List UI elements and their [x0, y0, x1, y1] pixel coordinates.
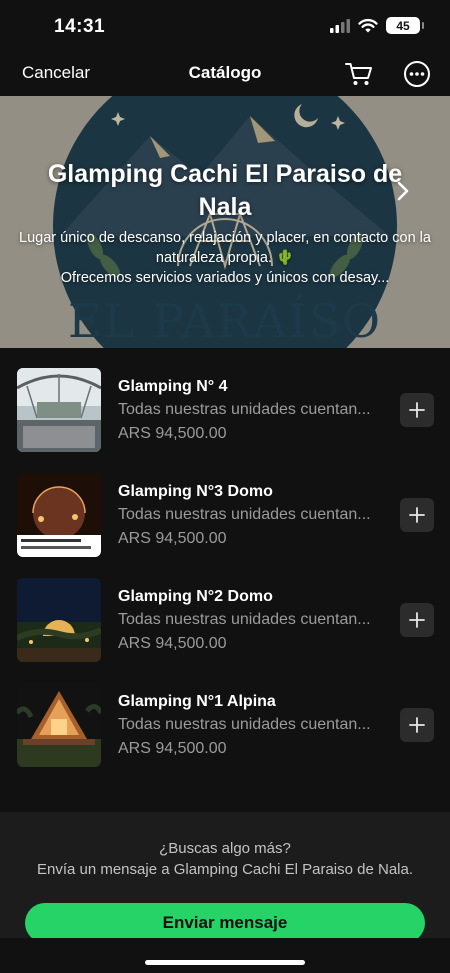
product-description: Todas nuestras unidades cuentan... — [118, 506, 371, 523]
status-icons: 45 — [330, 17, 424, 34]
more-options-icon[interactable] — [403, 60, 431, 88]
description-line-1: Lugar único de descanso, relajación y pl… — [19, 230, 431, 266]
battery-level: 45 — [396, 18, 410, 33]
list-item[interactable]: Glamping N° 4 Todas nuestras unidades cu… — [0, 348, 450, 453]
brand-logo-text: EL PARAÍSO — [68, 294, 382, 348]
business-description: Lugar único de descanso, relajación y pl… — [16, 228, 434, 288]
status-bar: 14:31 45 — [0, 0, 450, 52]
plus-icon — [409, 402, 425, 418]
signal-icon — [330, 18, 350, 33]
plus-icon — [409, 507, 425, 523]
plus-icon — [409, 717, 425, 733]
product-price: ARS 94,500.00 — [118, 635, 227, 652]
add-to-cart-button[interactable] — [400, 708, 434, 742]
product-list: Glamping N° 4 Todas nuestras unidades cu… — [0, 348, 450, 812]
add-to-cart-button[interactable] — [400, 603, 434, 637]
chevron-right-icon[interactable] — [396, 180, 410, 202]
list-item[interactable]: Glamping N°2 Domo Todas nuestras unidade… — [0, 558, 450, 663]
page-title: Catálogo — [188, 63, 262, 82]
battery-icon: 45 — [386, 17, 424, 34]
product-thumbnail — [17, 578, 101, 662]
contact-footer: ¿Buscas algo más? Envía un mensaje a Gla… — [0, 812, 450, 943]
product-name: Glamping N°1 Alpina — [118, 693, 276, 710]
product-name: Glamping N°2 Domo — [118, 588, 273, 605]
product-description: Todas nuestras unidades cuentan... — [118, 611, 371, 628]
footer-question: ¿Buscas algo más? — [159, 840, 291, 857]
nav-bar: Cancelar Catálogo — [0, 52, 450, 96]
list-item[interactable]: Glamping N°3 Domo Todas nuestras unidade… — [0, 453, 450, 558]
product-price: ARS 94,500.00 — [118, 530, 227, 547]
product-thumbnail — [17, 473, 101, 557]
catalog-header-banner[interactable]: EL PARAÍSO Glamping Cachi El Paraiso de … — [0, 96, 450, 348]
wifi-icon — [358, 18, 378, 33]
product-thumbnail — [17, 683, 101, 767]
product-description: Todas nuestras unidades cuentan... — [118, 716, 371, 733]
business-name: Glamping Cachi El Paraiso de Nala — [47, 160, 403, 221]
product-description: Todas nuestras unidades cuentan... — [118, 401, 371, 418]
home-area — [0, 938, 450, 973]
product-name: Glamping N° 4 — [118, 378, 228, 395]
cart-icon[interactable] — [344, 60, 374, 88]
product-thumbnail — [17, 368, 101, 452]
status-time: 14:31 — [54, 16, 106, 37]
add-to-cart-button[interactable] — [400, 393, 434, 427]
product-price: ARS 94,500.00 — [118, 740, 227, 757]
plus-icon — [409, 612, 425, 628]
add-to-cart-button[interactable] — [400, 498, 434, 532]
product-price: ARS 94,500.00 — [118, 425, 227, 442]
list-item[interactable]: Glamping N°1 Alpina Todas nuestras unida… — [0, 663, 450, 768]
description-line-2: Ofrecemos servicios variados y únicos co… — [60, 270, 390, 286]
product-name: Glamping N°3 Domo — [118, 483, 273, 500]
home-indicator[interactable] — [145, 960, 305, 965]
send-message-button[interactable]: Enviar mensaje — [25, 903, 425, 943]
footer-message: Envía un mensaje a Glamping Cachi El Par… — [36, 861, 414, 878]
